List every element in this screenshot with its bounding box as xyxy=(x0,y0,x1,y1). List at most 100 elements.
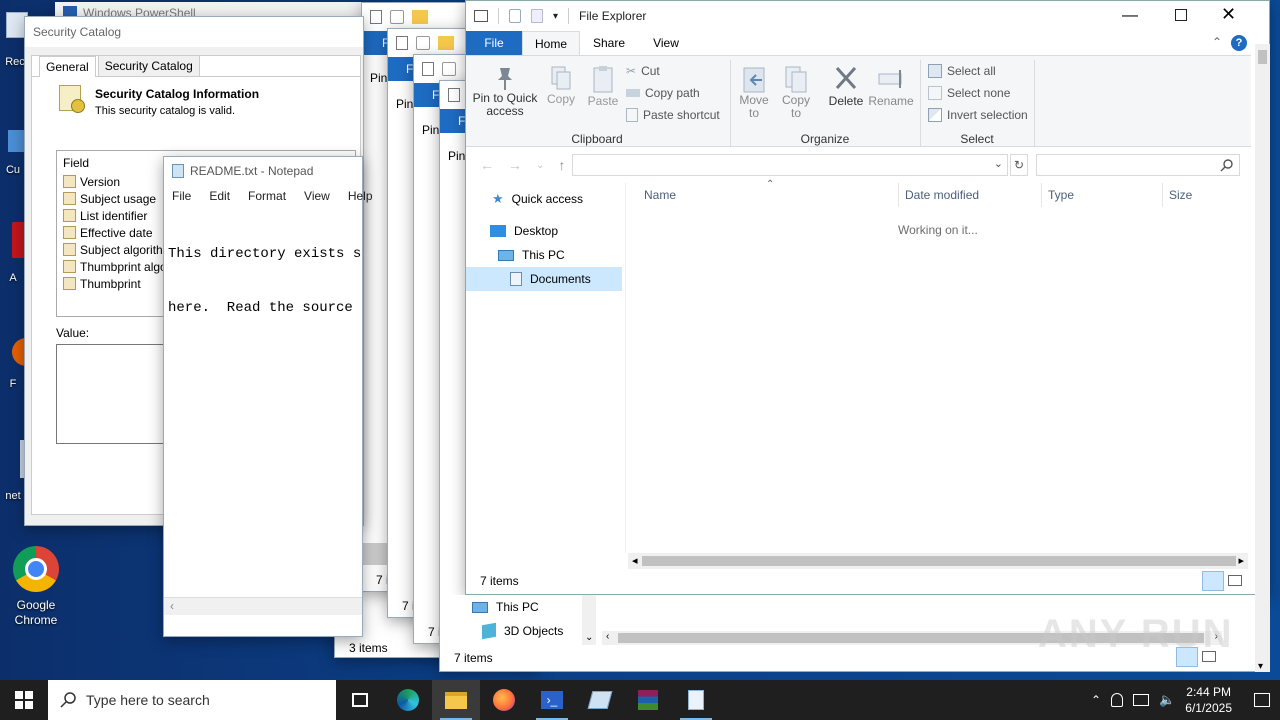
collapse-ribbon-icon[interactable]: ⌃ xyxy=(1212,35,1222,49)
chevron-down-icon[interactable]: ▾ xyxy=(553,11,558,22)
device-icon[interactable] xyxy=(1111,693,1124,707)
tab-security-catalog[interactable]: Security Catalog xyxy=(97,55,200,76)
field-icon xyxy=(63,209,76,222)
copy-path-button[interactable]: Copy path xyxy=(626,82,720,104)
google-chrome-icon[interactable]: Google Chrome xyxy=(8,546,64,630)
new-folder-icon[interactable] xyxy=(531,9,543,23)
field-icon xyxy=(63,243,76,256)
column-type[interactable]: Type xyxy=(1042,183,1163,207)
powershell-taskbar-button[interactable]: ›_ xyxy=(528,680,576,720)
cut-label: Cut xyxy=(641,64,660,78)
menu-help[interactable]: Help xyxy=(348,189,373,203)
scroll-left-icon[interactable]: ‹ xyxy=(170,599,174,613)
horizontal-scrollbar[interactable]: ◂ ▸ xyxy=(628,553,1248,569)
scroll-down-icon[interactable]: ⌄ xyxy=(585,632,593,643)
address-bar[interactable]: ⌄ xyxy=(572,154,1008,176)
show-hidden-icons-icon[interactable]: ⌃ xyxy=(1091,693,1101,707)
column-size[interactable]: Size xyxy=(1163,183,1242,207)
taskbar-search-box[interactable]: Type here to search xyxy=(48,680,336,720)
menu-view[interactable]: View xyxy=(304,189,330,203)
invert-selection-icon xyxy=(928,108,942,122)
scroll-right-icon[interactable]: ▸ xyxy=(1238,554,1244,567)
paste-shortcut-button[interactable]: Paste shortcut xyxy=(626,104,720,126)
file-explorer-window[interactable]: ▾ File Explorer — ✕ File Home Share View… xyxy=(465,0,1270,595)
notepad-taskbar-button[interactable] xyxy=(672,680,720,720)
rename-button[interactable]: Rename xyxy=(868,64,914,108)
task-view-button[interactable] xyxy=(336,680,384,720)
up-arrow-icon[interactable]: ↑ xyxy=(558,157,565,173)
nav-quick-access[interactable]: ★ Quick access xyxy=(466,187,624,211)
minimize-icon[interactable]: — xyxy=(1122,7,1138,25)
network-icon[interactable] xyxy=(1133,694,1150,706)
tab-general[interactable]: General xyxy=(39,56,96,77)
details-view-icon[interactable] xyxy=(1202,571,1224,591)
invert-selection-button[interactable]: Invert selection xyxy=(928,104,1028,126)
back-arrow-icon[interactable]: ← xyxy=(480,157,494,173)
menu-file[interactable]: File xyxy=(172,189,191,203)
forward-arrow-icon[interactable]: → xyxy=(508,157,522,173)
nav-documents[interactable]: Documents xyxy=(466,267,622,291)
notepad-titlebar[interactable]: README.txt - Notepad xyxy=(164,157,362,185)
maximize-icon[interactable] xyxy=(1175,9,1187,21)
firefox-shortcut-icon[interactable]: F xyxy=(0,338,26,398)
select-none-icon xyxy=(928,86,942,100)
file-explorer-taskbar-button[interactable] xyxy=(432,680,480,720)
nav-3d-objects[interactable]: 3D Objects xyxy=(482,619,563,643)
column-date-modified[interactable]: Date modified xyxy=(899,183,1042,207)
acrobat-shortcut-icon[interactable]: A xyxy=(0,222,26,302)
search-box[interactable] xyxy=(1036,154,1240,176)
certificate-taskbar-button[interactable] xyxy=(576,680,624,720)
copy-to-button[interactable]: Copy to xyxy=(776,64,816,120)
tab-file[interactable]: File xyxy=(466,31,522,55)
horizontal-scrollbar[interactable]: ‹ xyxy=(164,597,362,615)
address-dropdown-icon[interactable]: ⌄ xyxy=(994,157,1003,170)
select-none-button[interactable]: Select none xyxy=(928,82,1028,104)
menu-edit[interactable]: Edit xyxy=(209,189,230,203)
select-all-button[interactable]: Select all xyxy=(928,60,1028,82)
explorer-titlebar[interactable]: ▾ File Explorer xyxy=(466,1,1269,31)
delete-button[interactable]: Delete xyxy=(824,64,868,108)
dialog-titlebar[interactable]: Security Catalog xyxy=(25,17,363,47)
paste-button[interactable]: Paste xyxy=(585,64,621,108)
large-icons-view-icon[interactable] xyxy=(1228,575,1242,586)
recent-locations-icon[interactable]: ⌄ xyxy=(536,157,544,173)
certificate-icon xyxy=(59,85,85,115)
firefox-taskbar-button[interactable] xyxy=(480,680,528,720)
cu-shortcut-icon[interactable]: Cu xyxy=(0,130,26,190)
vertical-scrollbar[interactable]: ▾ xyxy=(1255,44,1270,672)
scroll-left-icon[interactable]: ◂ xyxy=(632,554,638,567)
network-shortcut-icon[interactable]: net xyxy=(0,440,26,506)
text-line: here. Read the source f xyxy=(168,300,362,316)
help-icon[interactable]: ? xyxy=(1231,35,1247,51)
scroll-left-icon[interactable]: ‹ xyxy=(606,631,609,642)
refresh-icon[interactable]: ↻ xyxy=(1010,154,1028,176)
menu-format[interactable]: Format xyxy=(248,189,286,203)
volume-icon[interactable]: 🔈 xyxy=(1159,692,1175,708)
edge-taskbar-button[interactable] xyxy=(384,680,432,720)
paste-shortcut-icon xyxy=(626,108,638,122)
nav-this-pc[interactable]: This PC xyxy=(466,243,624,267)
tab-view[interactable]: View xyxy=(638,31,694,55)
start-button[interactable] xyxy=(0,680,48,720)
clock[interactable]: 2:44 PM 6/1/2025 xyxy=(1185,684,1232,716)
notepad-window[interactable]: README.txt - Notepad File Edit Format Vi… xyxy=(163,156,373,637)
properties-icon[interactable] xyxy=(509,9,521,23)
tab-share[interactable]: Share xyxy=(580,31,638,55)
scrollbar-thumb[interactable] xyxy=(1258,50,1267,64)
nav-scrollbar[interactable]: ⌄ xyxy=(582,595,596,645)
tab-home[interactable]: Home xyxy=(522,31,580,55)
scroll-down-icon[interactable]: ▾ xyxy=(1258,661,1263,672)
cut-button[interactable]: ✂ Cut xyxy=(626,60,720,82)
close-icon[interactable]: ✕ xyxy=(1221,4,1236,25)
notifications-icon[interactable] xyxy=(1254,693,1270,707)
nav-desktop[interactable]: Desktop xyxy=(466,219,624,243)
move-to-button[interactable]: Move to xyxy=(734,64,774,120)
column-name[interactable]: Name xyxy=(628,183,899,207)
nav-this-pc-lower[interactable]: This PC xyxy=(472,595,539,619)
copy-button[interactable]: Copy xyxy=(543,64,579,106)
winrar-taskbar-button[interactable] xyxy=(624,680,672,720)
notepad-text-area[interactable]: This directory exists so here. Read the … xyxy=(164,207,362,355)
scrollbar-thumb[interactable] xyxy=(642,556,1236,566)
titlebar-divider xyxy=(568,8,570,24)
pin-to-quick-access-button[interactable]: Pin to Quick access xyxy=(472,64,538,118)
